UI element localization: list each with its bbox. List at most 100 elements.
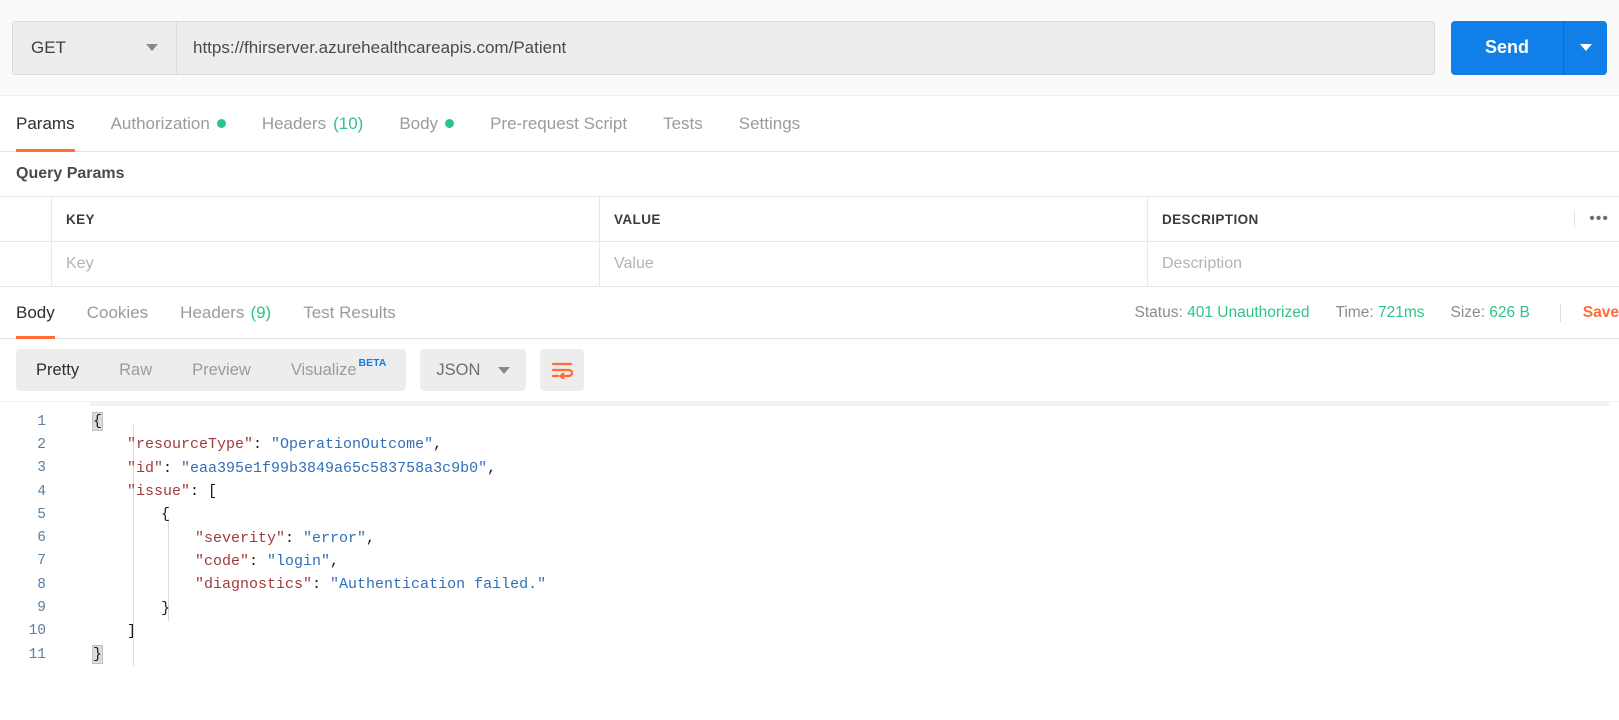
query-params-title: Query Params: [16, 165, 125, 182]
response-tab-label: Cookies: [86, 302, 149, 322]
column-header-value: VALUE: [600, 197, 1148, 241]
line-number: 3: [37, 460, 46, 477]
send-button[interactable]: Send: [1450, 20, 1563, 75]
code-line: 10]: [0, 620, 1619, 643]
request-tab-authorization[interactable]: Authorization: [93, 96, 244, 151]
column-header-key: KEY: [52, 197, 600, 241]
line-number: 2: [37, 436, 46, 453]
response-view-pretty[interactable]: Pretty: [16, 349, 99, 391]
http-method-select[interactable]: GET: [12, 20, 176, 75]
column-header-description: DESCRIPTION •••: [1148, 197, 1619, 241]
response-tab-headers[interactable]: Headers (9): [164, 287, 287, 338]
code-text: "issue": [: [66, 483, 217, 500]
time-stat: Time: 721ms: [1335, 304, 1424, 322]
request-tab-params[interactable]: Params: [16, 96, 93, 152]
request-tab-tests[interactable]: Tests: [645, 96, 721, 151]
request-tab-settings[interactable]: Settings: [721, 96, 818, 151]
request-tab-body[interactable]: Body: [381, 96, 472, 151]
response-tab-count: (9): [250, 302, 272, 322]
code-line: 6 "severity": "error",: [0, 526, 1619, 549]
send-button-group: Send: [1450, 20, 1607, 75]
response-tab-label: Body: [16, 302, 55, 322]
request-tab-label: Pre-request Script: [490, 113, 628, 133]
code-line: 9}: [0, 596, 1619, 619]
code-token: {: [91, 412, 104, 432]
response-view-label: Visualize: [290, 360, 357, 379]
ellipsis-icon[interactable]: •••: [1574, 211, 1609, 227]
code-token: ,: [330, 552, 340, 570]
word-wrap-icon: [552, 362, 574, 379]
code-token: "code": [195, 552, 250, 570]
code-token: ]: [127, 622, 137, 640]
code-token: [: [208, 483, 218, 501]
code-line: 4 "issue": [: [0, 480, 1619, 503]
response-view-label: Raw: [119, 360, 153, 379]
response-tabs-group: Body Cookies Headers (9) Test Results: [16, 287, 412, 339]
code-token: "issue": [127, 483, 191, 501]
request-tab-label: Body: [399, 113, 439, 133]
time-label: Time:: [1335, 303, 1374, 321]
code-token: ,: [366, 529, 376, 547]
response-tab-label: Test Results: [303, 302, 396, 322]
horizontal-scrollbar[interactable]: [90, 402, 1609, 406]
modified-dot-icon: [216, 119, 226, 128]
code-token: :: [312, 576, 331, 594]
param-value-input[interactable]: Value: [600, 242, 1148, 286]
modified-dot-icon: [445, 119, 455, 128]
code-token: :: [249, 552, 268, 570]
line-number: 8: [37, 576, 46, 593]
response-tab-cookies[interactable]: Cookies: [71, 287, 164, 338]
code-text: }: [66, 645, 104, 665]
code-text: "diagnostics": "Authentication failed.": [66, 576, 546, 593]
code-token: "diagnostics": [195, 576, 313, 594]
send-options-button[interactable]: [1563, 20, 1607, 75]
response-view-raw[interactable]: Raw: [99, 349, 172, 391]
request-tab-headers[interactable]: Headers (10): [244, 96, 382, 151]
query-params-table: KEY VALUE DESCRIPTION ••• Key Value Desc…: [0, 196, 1619, 287]
response-tab-body[interactable]: Body: [16, 287, 71, 339]
request-url-input[interactable]: https://fhirserver.azurehealthcareapis.c…: [176, 20, 1435, 75]
select-all-checkbox-cell: [0, 197, 52, 241]
response-language-select[interactable]: JSON: [420, 349, 527, 391]
table-header-row: KEY VALUE DESCRIPTION •••: [0, 197, 1619, 242]
response-view-label: Pretty: [36, 360, 80, 379]
size-value: 626 B: [1489, 303, 1530, 321]
code-token: :: [163, 459, 182, 477]
response-format-segments: Pretty Raw Preview Visualize BETA: [16, 349, 407, 391]
code-line: 5{: [0, 503, 1619, 526]
code-lines: 1{2 "resourceType": "OperationOutcome", 3 "…: [0, 402, 1619, 666]
save-response-link[interactable]: Save: [1559, 303, 1619, 322]
response-tab-test-results[interactable]: Test Results: [287, 287, 412, 338]
code-text: ]: [66, 623, 136, 640]
line-number: 10: [28, 623, 46, 640]
request-tab-pre-request-script[interactable]: Pre-request Script: [472, 96, 645, 151]
param-description-placeholder: Description: [1162, 255, 1243, 272]
code-token: "resourceType": [127, 436, 254, 454]
code-token: "error": [303, 529, 367, 547]
line-number: 7: [37, 553, 46, 570]
code-token: }: [91, 645, 104, 665]
code-token: "severity": [195, 529, 286, 547]
column-header-description-label: DESCRIPTION: [1162, 211, 1259, 227]
code-text: }: [66, 600, 170, 617]
line-number: 6: [37, 530, 46, 547]
code-token: {: [161, 506, 171, 524]
request-tab-label: Settings: [738, 113, 801, 133]
line-number: 1: [37, 413, 46, 430]
response-view-visualize[interactable]: Visualize BETA: [271, 349, 407, 391]
param-description-input[interactable]: Description: [1148, 242, 1619, 286]
table-row: Key Value Description: [0, 242, 1619, 287]
code-token: }: [161, 599, 171, 617]
code-line: 2 "resourceType": "OperationOutcome",: [0, 433, 1619, 456]
response-body-viewer[interactable]: 1{2 "resourceType": "OperationOutcome", 3 "…: [0, 401, 1619, 701]
word-wrap-button[interactable]: [540, 349, 585, 391]
chevron-down-icon: [1579, 44, 1592, 51]
row-checkbox-cell[interactable]: [0, 242, 52, 286]
code-token: "OperationOutcome": [271, 436, 434, 454]
response-view-preview[interactable]: Preview: [172, 349, 271, 391]
code-line: 1{: [0, 410, 1619, 433]
code-text: "resourceType": "OperationOutcome",: [66, 436, 442, 453]
code-token: "id": [127, 459, 164, 477]
param-key-input[interactable]: Key: [52, 242, 600, 286]
code-token: :: [190, 483, 209, 501]
